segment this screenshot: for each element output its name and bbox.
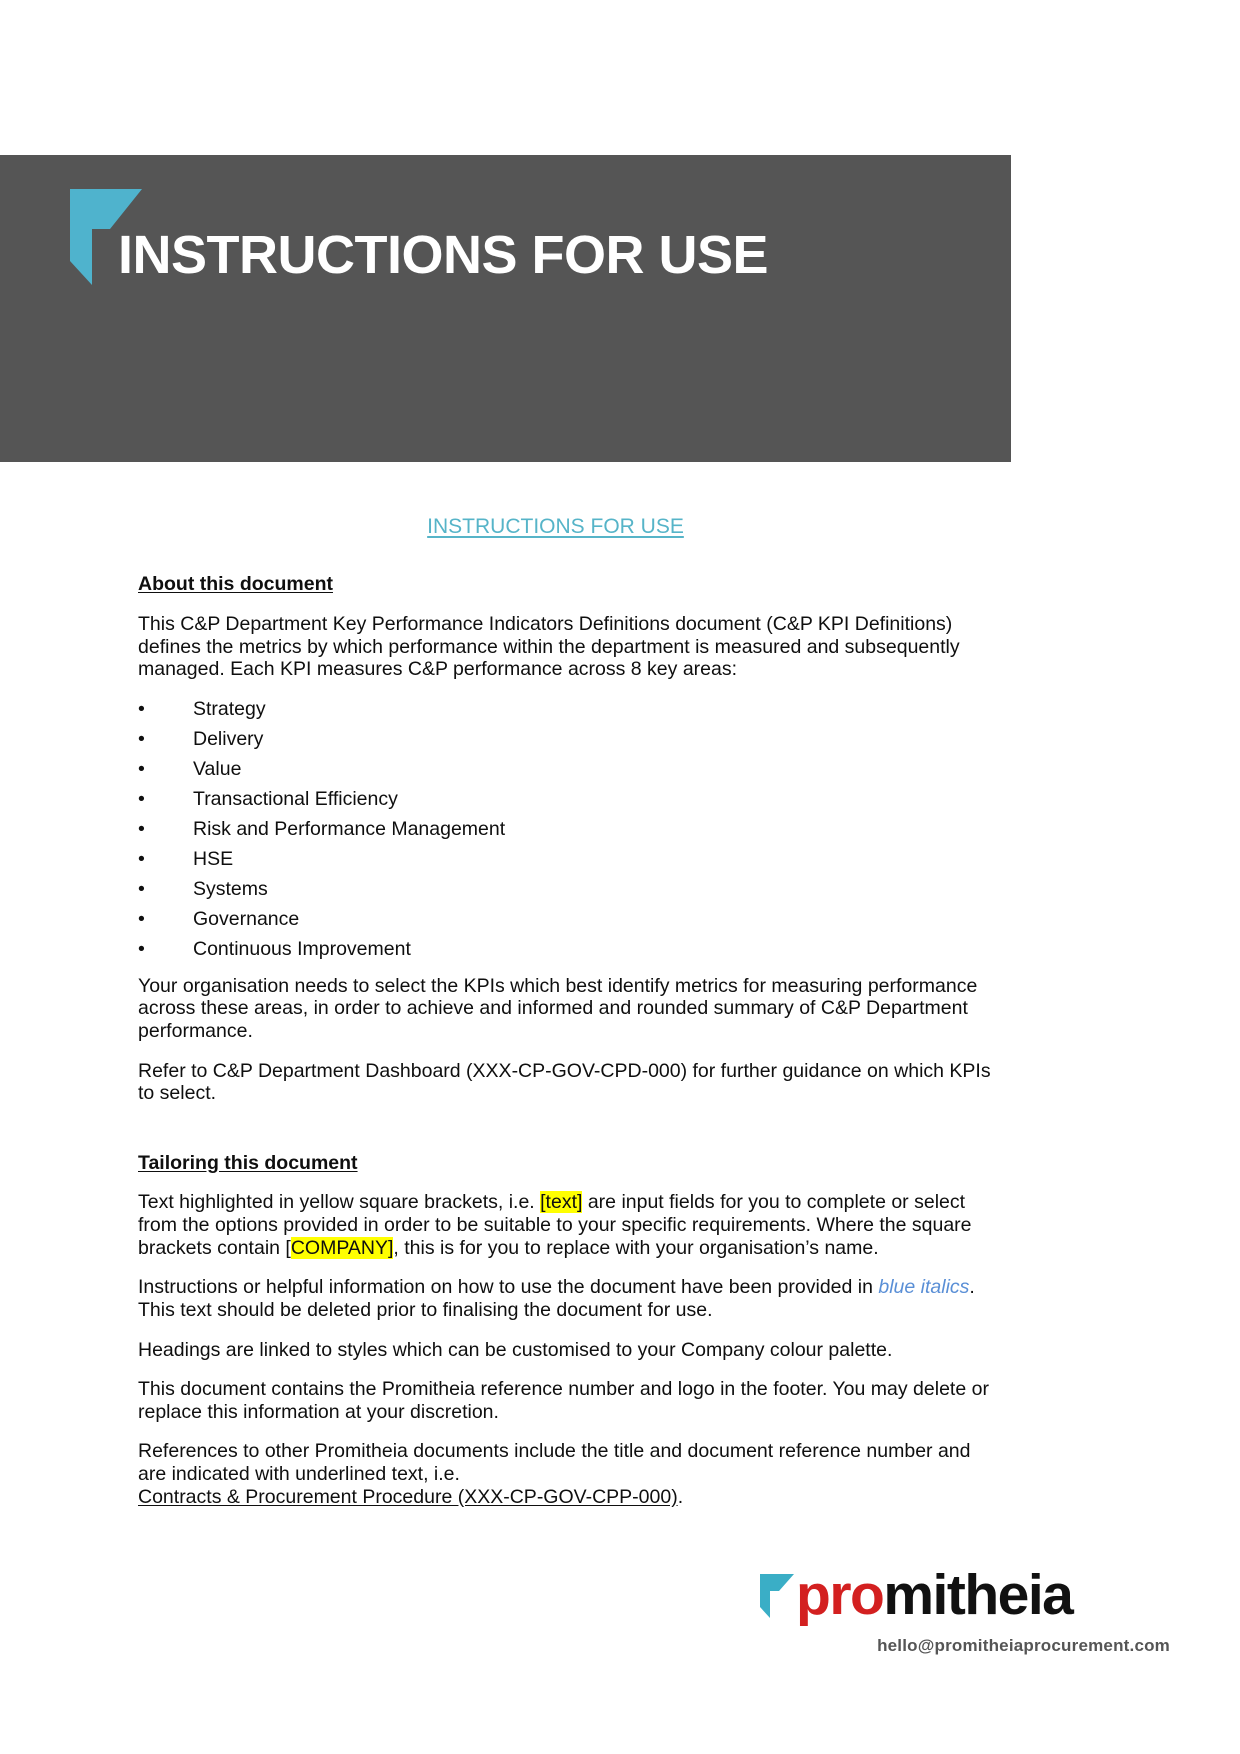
document-body: INSTRUCTIONS FOR USE About this document… bbox=[138, 515, 1000, 1508]
document-reference-link[interactable]: Contracts & Procurement Procedure (XXX-C… bbox=[138, 1486, 678, 1508]
list-item-label: Transactional Efficiency bbox=[193, 787, 398, 810]
paragraph-blue-italics: Instructions or helpful information on h… bbox=[138, 1276, 1000, 1321]
text-fragment: , this is for you to replace with your o… bbox=[393, 1236, 879, 1259]
promitheia-flag-mark-icon bbox=[760, 1574, 794, 1618]
highlight-text-placeholder: [text] bbox=[540, 1191, 583, 1214]
section-heading-tailoring: Tailoring this document bbox=[138, 1151, 358, 1174]
bullet-icon: • bbox=[138, 817, 145, 840]
text-fragment: Instructions or helpful information on h… bbox=[138, 1276, 879, 1299]
list-item: • Risk and Performance Management bbox=[138, 818, 1000, 841]
paragraph-refer-dashboard: Refer to C&P Department Dashboard (XXX-C… bbox=[138, 1059, 991, 1105]
paragraph-select-kpis: Your organisation needs to select the KP… bbox=[138, 974, 978, 1043]
bullet-icon: • bbox=[138, 877, 145, 900]
bullet-icon: • bbox=[138, 727, 145, 750]
paragraph-intro: This C&P Department Key Performance Indi… bbox=[138, 612, 960, 681]
list-item-label: Risk and Performance Management bbox=[193, 817, 506, 840]
list-item: • Transactional Efficiency bbox=[138, 788, 1000, 811]
text-fragment: References to other Promitheia documents… bbox=[138, 1440, 971, 1485]
bullet-icon: • bbox=[138, 697, 145, 720]
paragraph-square-brackets: Text highlighted in yellow square bracke… bbox=[138, 1191, 1000, 1259]
banner-title: INSTRUCTIONS FOR USE bbox=[118, 225, 769, 285]
wordmark-pro: pro bbox=[796, 1563, 885, 1627]
paragraph-footer-logo: This document contains the Promitheia re… bbox=[138, 1378, 989, 1423]
list-item-label: Continuous Improvement bbox=[193, 937, 411, 960]
paragraph-headings-styles: Headings are linked to styles which can … bbox=[138, 1338, 893, 1361]
wordmark-mitheia: mitheia bbox=[883, 1563, 1074, 1627]
promitheia-wordmark: promitheia bbox=[796, 1567, 1074, 1624]
list-item-label: HSE bbox=[193, 847, 234, 870]
promitheia-logo: promitheia bbox=[760, 1552, 1180, 1624]
list-item: • Systems bbox=[138, 878, 1000, 901]
text-fragment: . bbox=[677, 1485, 684, 1508]
list-item-label: Governance bbox=[193, 907, 300, 930]
bullet-icon: • bbox=[138, 847, 145, 870]
text-fragment: Text highlighted in yellow square bracke… bbox=[138, 1191, 541, 1214]
bullet-icon: • bbox=[138, 757, 145, 780]
list-item: • Value bbox=[138, 758, 1000, 781]
list-item: • Continuous Improvement bbox=[138, 938, 1000, 961]
highlight-company-placeholder: COMPANY] bbox=[290, 1236, 394, 1259]
section-heading-about: About this document bbox=[138, 573, 333, 596]
list-item-label: Value bbox=[193, 757, 242, 780]
list-item: • Governance bbox=[138, 908, 1000, 931]
list-item: • Delivery bbox=[138, 728, 1000, 751]
key-areas-list: • Strategy • Delivery • Value • Transactiona… bbox=[138, 698, 1000, 961]
page-banner: INSTRUCTIONS FOR USE bbox=[0, 155, 1011, 462]
list-item-label: Systems bbox=[193, 877, 268, 900]
paragraph-references: References to other Promitheia documents… bbox=[138, 1440, 1000, 1508]
list-item-label: Strategy bbox=[193, 697, 266, 720]
bullet-icon: • bbox=[138, 787, 145, 810]
list-item: • HSE bbox=[138, 848, 1000, 871]
contact-email[interactable]: hello@promitheiaprocurement.com bbox=[760, 1636, 1180, 1656]
bullet-icon: • bbox=[138, 907, 145, 930]
list-item: • Strategy bbox=[138, 698, 1000, 721]
page-title: INSTRUCTIONS FOR USE bbox=[427, 515, 684, 538]
page-footer: promitheia hello@promitheiaprocurement.c… bbox=[760, 1552, 1180, 1656]
list-item-label: Delivery bbox=[193, 727, 264, 750]
blue-italics-sample: blue italics bbox=[878, 1276, 970, 1299]
bullet-icon: • bbox=[138, 937, 145, 960]
